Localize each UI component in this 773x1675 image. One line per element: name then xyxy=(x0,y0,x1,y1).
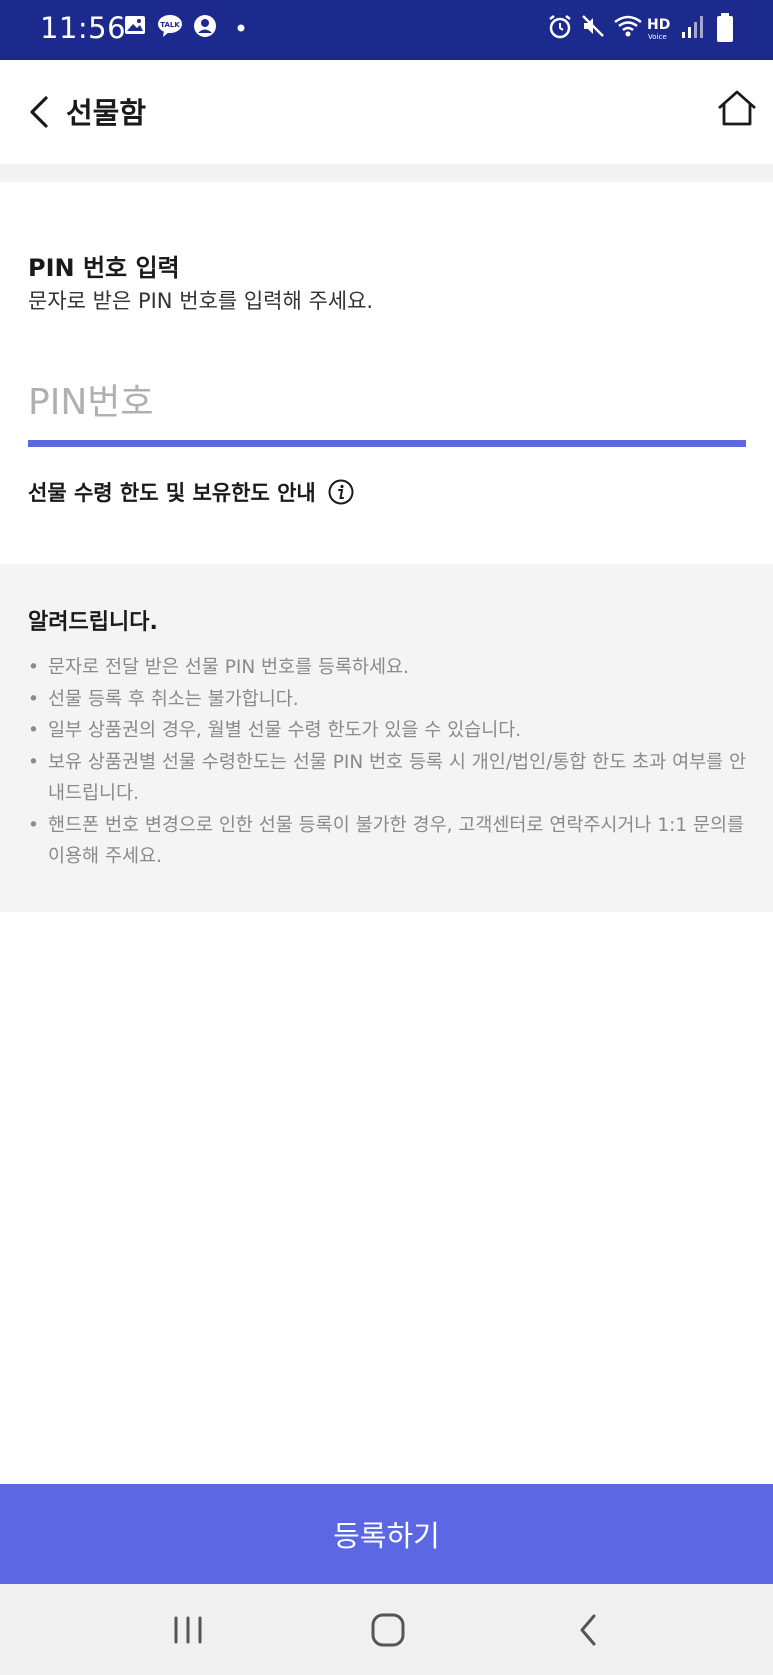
pin-input-underline xyxy=(28,440,746,447)
notice-title: 알려드립니다. xyxy=(28,610,158,635)
gallery-icon xyxy=(125,16,145,34)
dot-icon xyxy=(237,24,245,32)
system-nav-bar xyxy=(0,1584,773,1675)
alarm-icon xyxy=(549,15,571,39)
home-icon[interactable] xyxy=(716,88,758,130)
info-icon[interactable] xyxy=(328,479,354,505)
wifi-icon xyxy=(614,15,642,37)
pin-description: 문자로 받은 PIN 번호를 입력해 주세요. xyxy=(28,289,374,313)
notice-item: 일부 상품권의 경우, 월별 선물 수령 한도가 있을 수 있습니다. xyxy=(28,715,748,747)
notice-list: 문자로 전달 받은 선물 PIN 번호를 등록하세요. 선물 등록 후 취소는 … xyxy=(28,652,748,873)
status-time: 11:56 xyxy=(40,11,127,45)
pin-heading: PIN 번호 입력 xyxy=(28,254,180,282)
page-title: 선물함 xyxy=(66,96,147,130)
hd-voice-icon: HD Voice xyxy=(647,17,670,41)
notice-section: 알려드립니다. 문자로 전달 받은 선물 PIN 번호를 등록하세요. 선물 등… xyxy=(0,564,773,912)
battery-icon xyxy=(717,13,733,42)
svg-text:Voice: Voice xyxy=(648,33,667,41)
pin-input[interactable] xyxy=(28,372,746,432)
notice-item: 선물 등록 후 취소는 불가합니다. xyxy=(28,684,748,716)
recent-apps-icon[interactable] xyxy=(166,1608,210,1652)
talk-icon: TALK xyxy=(158,15,182,37)
svg-text:HD: HD xyxy=(647,17,670,33)
notice-item: 핸드폰 번호 변경으로 인한 선물 등록이 불가한 경우, 고객센터로 연락주시… xyxy=(28,810,748,873)
back-arrow-icon[interactable] xyxy=(22,90,58,134)
notice-item: 보유 상품권별 선물 수령한도는 선물 PIN 번호 등록 시 개인/법인/통합… xyxy=(28,747,748,810)
back-nav-icon[interactable] xyxy=(568,1608,612,1652)
limit-info-link[interactable]: 선물 수령 한도 및 보유한도 안내 xyxy=(28,478,354,506)
svg-text:TALK: TALK xyxy=(160,21,180,29)
home-circle-icon[interactable] xyxy=(366,1608,410,1652)
section-divider xyxy=(0,164,773,182)
app-header: 선물함 xyxy=(0,60,773,164)
status-bar: 11:56 TALK HD Voice xyxy=(0,0,773,60)
profile-icon xyxy=(194,15,216,37)
signal-icon xyxy=(682,16,703,38)
register-button[interactable]: 등록하기 xyxy=(0,1484,773,1584)
mute-icon xyxy=(582,15,604,37)
notice-item: 문자로 전달 받은 선물 PIN 번호를 등록하세요. xyxy=(28,652,748,684)
limit-info-label: 선물 수령 한도 및 보유한도 안내 xyxy=(28,481,316,505)
